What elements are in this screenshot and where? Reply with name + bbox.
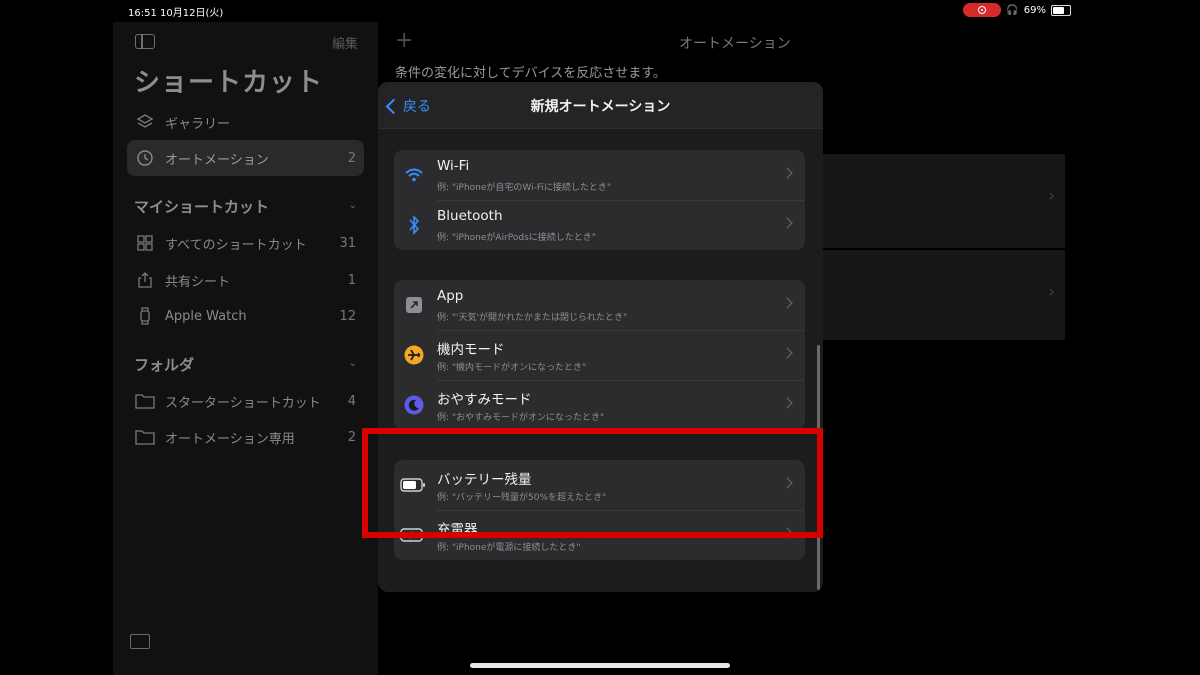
trigger-subtitle: 例: "機内モードがオンになったとき" xyxy=(437,363,587,373)
folder-count: 4 xyxy=(347,393,356,409)
sidebar-item-label: ギャラリー xyxy=(165,116,231,132)
sidebar-item-gallery[interactable]: ギャラリー xyxy=(127,104,364,140)
folder-label: オートメーション専用 xyxy=(165,431,295,447)
trigger-wifi[interactable]: Wi-Fi 例: "iPhoneが自宅のWi-Fiに接続したとき" xyxy=(394,150,805,200)
annotation-highlight-box xyxy=(362,428,823,538)
chevron-right-icon xyxy=(781,297,793,309)
trigger-title: App xyxy=(437,288,464,304)
chevron-right-icon xyxy=(781,347,793,359)
sidebar-item-count: 12 xyxy=(339,308,356,324)
sidebar-item-automation[interactable]: オートメーション 2 xyxy=(127,140,364,176)
battery-percent: 69% xyxy=(1023,4,1046,16)
chevron-right-icon xyxy=(781,217,793,229)
background-automation-card[interactable]: › xyxy=(819,154,1065,248)
chevron-down-icon[interactable]: ⌄ xyxy=(349,200,357,211)
grid-icon xyxy=(135,233,155,253)
clock-icon xyxy=(135,148,155,168)
status-bar: 16:51 10月12日(火) 🎧 69% xyxy=(113,0,1081,22)
folder-starter-shortcuts[interactable]: スターターショートカット 4 xyxy=(127,383,364,419)
edit-button[interactable]: 編集 xyxy=(332,33,358,52)
folder-icon xyxy=(135,391,155,411)
share-icon xyxy=(135,270,155,290)
folder-count: 2 xyxy=(347,429,356,445)
chevron-right-icon xyxy=(781,397,793,409)
sidebar-item-all-shortcuts[interactable]: すべてのショートカット 31 xyxy=(127,225,364,261)
status-right: 🎧 69% xyxy=(963,3,1071,17)
sidebar-item-label: 共有シート xyxy=(165,274,231,290)
watch-icon xyxy=(135,306,155,326)
chevron-down-icon[interactable]: ⌄ xyxy=(349,358,357,369)
airplane-icon xyxy=(404,345,424,365)
headphones-icon: 🎧 xyxy=(1006,4,1019,16)
trigger-app[interactable]: App 例: "'天気'が開かれたかまたは閉じられたとき" xyxy=(394,280,805,330)
sidebar-item-label: オートメーション xyxy=(165,152,269,168)
layers-icon xyxy=(135,112,155,132)
folder-label: スターターショートカット xyxy=(165,395,321,411)
sidebar: 編集 ショートカット ギャラリー オートメーション 2 マイショートカット ⌄ … xyxy=(113,22,378,675)
sidebar-toggle-icon[interactable] xyxy=(135,34,155,49)
trigger-subtitle: 例: "'天気'が開かれたかまたは閉じられたとき" xyxy=(437,313,628,323)
main-subtitle: 条件の変化に対してデバイスを反応させます。 xyxy=(395,66,666,81)
folder-automation-only[interactable]: オートメーション専用 2 xyxy=(127,419,364,455)
trigger-subtitle: 例: "iPhoneがAirPodsに接続したとき" xyxy=(437,233,596,243)
add-icon[interactable]: + xyxy=(395,28,413,53)
sheet-nav-bar: 戻る 新規オートメーション xyxy=(378,82,823,129)
sidebar-item-count: 2 xyxy=(347,150,356,166)
screen-record-icon[interactable] xyxy=(963,3,1002,17)
trigger-group: Wi-Fi 例: "iPhoneが自宅のWi-Fiに接続したとき" Blueto… xyxy=(394,150,805,250)
wifi-icon xyxy=(404,165,424,185)
new-folder-icon[interactable] xyxy=(130,634,150,649)
sidebar-item-count: 1 xyxy=(347,272,356,288)
sidebar-title: ショートカット xyxy=(134,68,324,98)
battery-icon xyxy=(1051,4,1071,16)
trigger-airplane-mode[interactable]: 機内モード 例: "機内モードがオンになったとき" xyxy=(394,330,805,380)
status-time: 16:51 10月12日(火) xyxy=(128,8,224,19)
app-arrow-icon xyxy=(404,295,424,315)
chevron-right-icon: › xyxy=(1048,186,1055,205)
home-indicator[interactable] xyxy=(470,663,730,668)
trigger-subtitle: 例: "iPhoneが電源に接続したとき" xyxy=(437,543,581,553)
trigger-title: 機内モード xyxy=(437,342,505,358)
chevron-right-icon xyxy=(781,167,793,179)
trigger-title: おやすみモード xyxy=(437,392,532,408)
trigger-subtitle: 例: "おやすみモードがオンになったとき" xyxy=(437,413,605,423)
trigger-title: Wi-Fi xyxy=(437,158,470,174)
sidebar-item-share-sheet[interactable]: 共有シート 1 xyxy=(127,262,364,298)
main-title: オートメーション xyxy=(679,36,791,52)
sheet-title: 新規オートメーション xyxy=(530,99,671,115)
section-folders[interactable]: フォルダ xyxy=(134,354,194,375)
sidebar-item-label: Apple Watch xyxy=(165,308,247,324)
sidebar-item-label: すべてのショートカット xyxy=(165,237,307,253)
sidebar-item-apple-watch[interactable]: Apple Watch 12 xyxy=(127,298,364,334)
sidebar-item-count: 31 xyxy=(339,235,356,251)
section-my-shortcuts[interactable]: マイショートカット xyxy=(134,196,269,217)
folder-icon xyxy=(135,427,155,447)
background-automation-card[interactable]: › xyxy=(819,250,1065,340)
trigger-do-not-disturb[interactable]: おやすみモード 例: "おやすみモードがオンになったとき" xyxy=(394,380,805,430)
moon-icon xyxy=(404,395,424,415)
bluetooth-icon xyxy=(404,215,424,235)
chevron-right-icon: › xyxy=(1048,282,1055,301)
trigger-title: Bluetooth xyxy=(437,208,503,224)
trigger-group: App 例: "'天気'が開かれたかまたは閉じられたとき" 機内モード 例: "… xyxy=(394,280,805,430)
trigger-subtitle: 例: "iPhoneが自宅のWi-Fiに接続したとき" xyxy=(437,183,612,193)
trigger-bluetooth[interactable]: Bluetooth 例: "iPhoneがAirPodsに接続したとき" xyxy=(394,200,805,250)
